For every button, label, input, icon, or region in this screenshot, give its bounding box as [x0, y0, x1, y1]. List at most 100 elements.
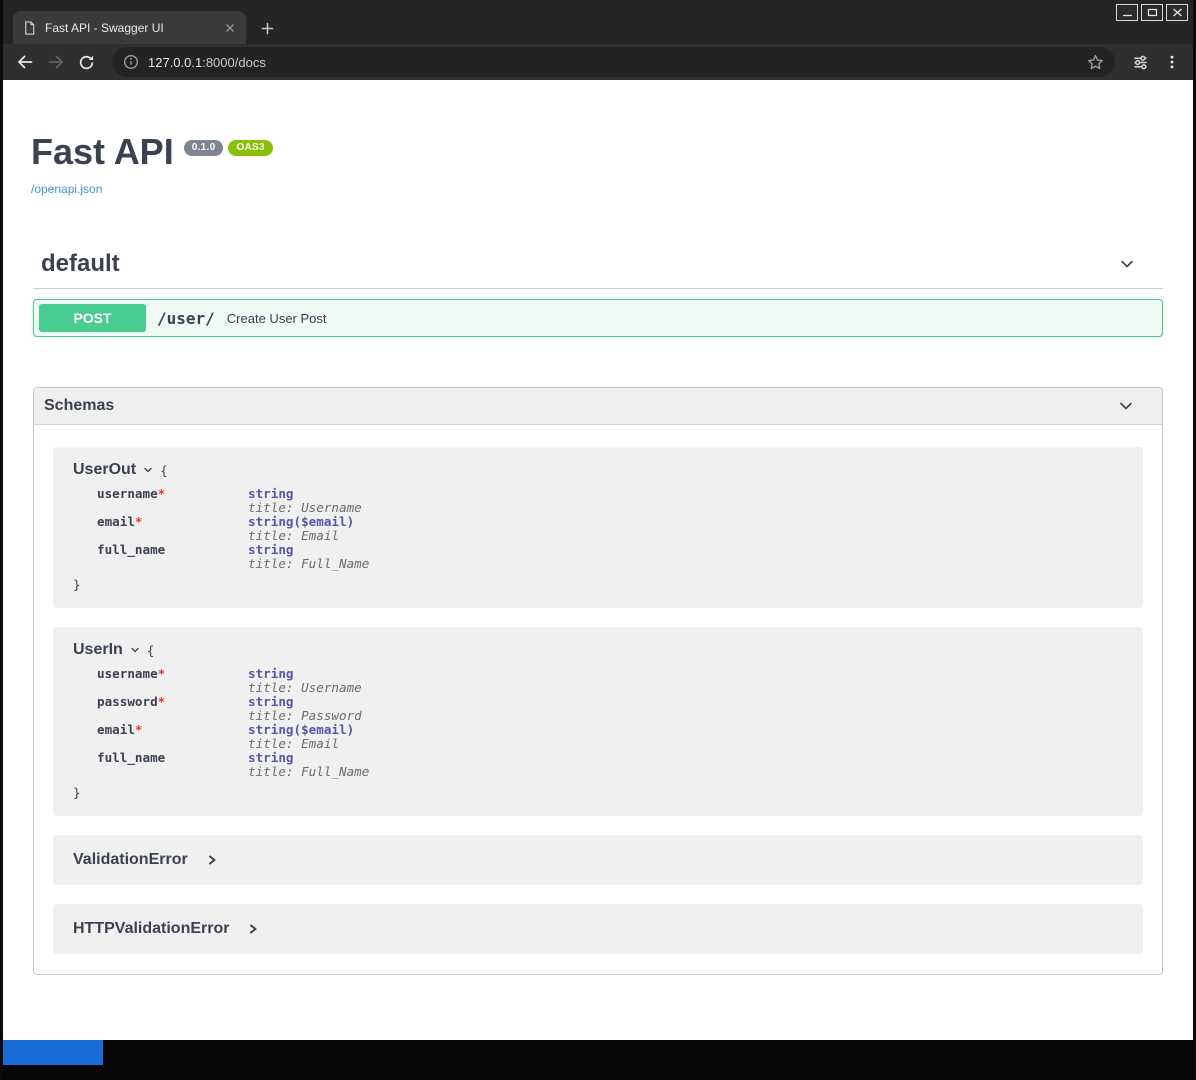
- tab-close-icon[interactable]: [223, 21, 237, 35]
- tune-button[interactable]: [1125, 47, 1156, 77]
- property-definition: string title: Username: [248, 487, 1123, 515]
- forward-icon: [47, 53, 65, 71]
- tag-name: default: [41, 250, 120, 278]
- url-path: :8000/docs: [202, 55, 266, 70]
- property-type: string: [248, 486, 294, 501]
- window-controls: [1116, 4, 1188, 21]
- property-type: string: [248, 666, 294, 681]
- property-row: password* string title: Password: [73, 695, 1123, 723]
- browser-window: Fast API - Swagger UI: [0, 0, 1196, 1080]
- property-type: string: [248, 694, 294, 709]
- close-button[interactable]: [1166, 4, 1188, 21]
- url-host: 127.0.0.1: [148, 55, 202, 70]
- property-row: full_name string title: Full_Name: [73, 751, 1123, 779]
- chevron-right-icon: [206, 854, 218, 866]
- minimize-button[interactable]: [1116, 4, 1138, 21]
- model-properties: username* string title: Username email* …: [73, 487, 1123, 571]
- schemas-section: Schemas UserOut {: [33, 387, 1163, 975]
- model-name: ValidationError: [73, 851, 188, 869]
- property-definition: string($email) title: Email: [248, 515, 1123, 543]
- chevron-down-icon: [1116, 396, 1136, 416]
- property-name: username*: [97, 667, 248, 695]
- bottom-bar: [3, 1040, 1193, 1080]
- info-icon[interactable]: [123, 54, 139, 70]
- model-name: UserIn: [73, 641, 123, 659]
- schemas-header[interactable]: Schemas: [34, 388, 1162, 425]
- property-type: string: [248, 514, 294, 529]
- required-star: *: [135, 514, 143, 529]
- document-icon: [22, 20, 37, 36]
- api-info: Fast API 0.1.0OAS3 /openapi.json: [31, 134, 1165, 198]
- browser-tab[interactable]: Fast API - Swagger UI: [13, 11, 246, 44]
- browser-menu-button[interactable]: [1156, 47, 1187, 77]
- chevron-down-icon: [1117, 254, 1137, 274]
- property-name: full_name: [97, 751, 248, 779]
- new-tab-icon: [259, 20, 276, 37]
- model-name: UserOut: [73, 461, 136, 479]
- endpoint-summary: Create User Post: [227, 311, 327, 326]
- back-button[interactable]: [9, 47, 40, 77]
- property-row: email* string($email) title: Email: [73, 723, 1123, 751]
- oas-badge: OAS3: [228, 140, 272, 156]
- open-brace: {: [147, 643, 155, 658]
- open-brace: {: [160, 463, 168, 478]
- kebab-menu-icon: [1164, 54, 1180, 70]
- required-star: *: [135, 722, 143, 737]
- schemas-title: Schemas: [44, 397, 114, 415]
- chevron-down-icon: [130, 645, 140, 655]
- required-star: *: [158, 486, 166, 501]
- property-title: title: Email: [248, 737, 1123, 751]
- property-name: email*: [97, 723, 248, 751]
- new-tab-button[interactable]: [259, 20, 276, 37]
- tag-section-default[interactable]: default: [33, 250, 1163, 289]
- model-httpvalidationerror: HTTPValidationError: [53, 904, 1143, 954]
- property-title: title: Full_Name: [248, 765, 1123, 779]
- endpoint-post-user[interactable]: POST /user/ Create User Post: [33, 299, 1163, 337]
- close-brace: }: [73, 577, 1123, 592]
- close-icon: [1172, 8, 1183, 17]
- maximize-icon: [1147, 8, 1158, 17]
- model-properties: username* string title: Username passwor…: [73, 667, 1123, 779]
- forward-button[interactable]: [40, 47, 71, 77]
- minimize-icon: [1122, 8, 1133, 17]
- schemas-body: UserOut { username* string title: Userna…: [34, 425, 1162, 974]
- property-name: password*: [97, 695, 248, 723]
- api-title: Fast API 0.1.0OAS3: [31, 134, 1165, 170]
- bottom-blue-strip: [3, 1040, 103, 1065]
- property-definition: string title: Username: [248, 667, 1123, 695]
- tune-icon: [1132, 54, 1149, 71]
- property-title: title: Username: [248, 681, 1123, 695]
- close-brace: }: [73, 785, 1123, 800]
- property-row: username* string title: Username: [73, 667, 1123, 695]
- property-type: string: [248, 542, 294, 557]
- model-userin: UserIn { username* string title: Usernam…: [53, 627, 1143, 816]
- address-bar[interactable]: 127.0.0.1:8000/docs: [112, 47, 1115, 77]
- property-name: username*: [97, 487, 248, 515]
- property-row: full_name string title: Full_Name: [73, 543, 1123, 571]
- version-badge: 0.1.0: [184, 140, 224, 156]
- tab-strip: Fast API - Swagger UI: [13, 11, 276, 44]
- maximize-button[interactable]: [1141, 4, 1163, 21]
- model-name: HTTPValidationError: [73, 920, 229, 938]
- property-definition: string title: Full_Name: [248, 543, 1123, 571]
- required-star: *: [158, 694, 166, 709]
- property-definition: string title: Password: [248, 695, 1123, 723]
- back-icon: [16, 53, 34, 71]
- openapi-json-link[interactable]: /openapi.json: [31, 182, 102, 196]
- property-type: string: [248, 722, 294, 737]
- model-userin-toggle[interactable]: UserIn {: [73, 641, 1123, 659]
- property-type: string: [248, 750, 294, 765]
- browser-toolbar: 127.0.0.1:8000/docs: [3, 44, 1193, 80]
- reload-button[interactable]: [71, 47, 102, 77]
- bookmark-star-icon[interactable]: [1087, 54, 1104, 71]
- property-title: title: Full_Name: [248, 557, 1123, 571]
- endpoint-path: /user/: [157, 309, 215, 328]
- tab-title: Fast API - Swagger UI: [45, 21, 215, 35]
- model-validationerror-toggle[interactable]: ValidationError: [73, 851, 1123, 869]
- property-title: title: Email: [248, 529, 1123, 543]
- model-userout: UserOut { username* string title: Userna…: [53, 447, 1143, 608]
- property-name: email*: [97, 515, 248, 543]
- api-title-text: Fast API: [31, 131, 174, 172]
- model-httpvalidationerror-toggle[interactable]: HTTPValidationError: [73, 920, 1123, 938]
- model-userout-toggle[interactable]: UserOut {: [73, 461, 1123, 479]
